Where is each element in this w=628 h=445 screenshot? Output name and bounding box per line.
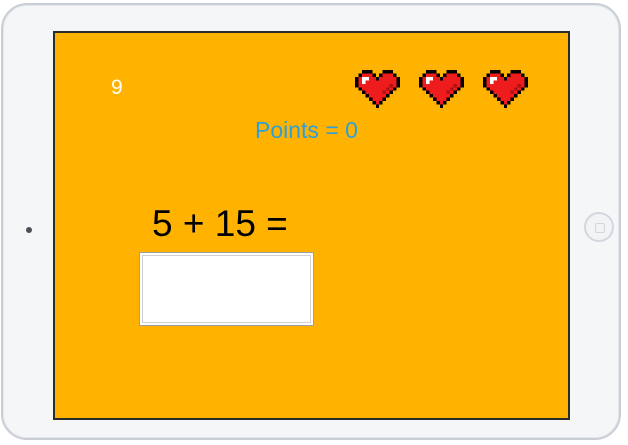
camera-dot [26, 227, 32, 233]
home-button[interactable] [584, 212, 614, 242]
heart-icon [483, 69, 528, 109]
timer-counter: 9 [111, 76, 123, 99]
answer-input[interactable] [139, 252, 314, 326]
game-screen: 9 Points = 0 5 + 15 = [53, 31, 570, 420]
math-question: 5 + 15 = [152, 203, 288, 244]
points-label: Points = 0 [255, 117, 358, 143]
heart-icon [419, 69, 464, 109]
lives-hearts [355, 69, 528, 109]
heart-icon [355, 69, 400, 109]
